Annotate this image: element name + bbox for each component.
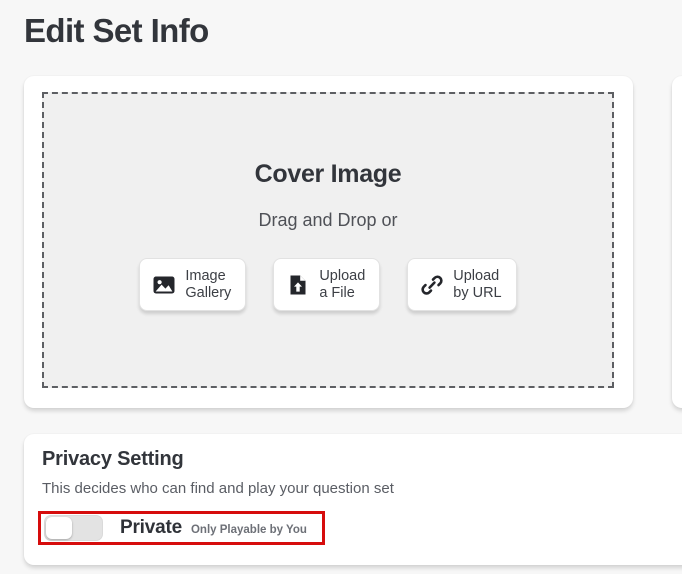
page-title: Edit Set Info [24,12,209,49]
image-gallery-icon [153,276,175,293]
secondary-panel [672,76,682,408]
upload-file-button-label: Upload a File [319,267,366,301]
upload-file-button[interactable]: Upload a File [273,258,381,311]
privacy-setting-card: Privacy Setting This decides who can fin… [24,434,682,565]
privacy-setting-title: Privacy Setting [42,448,184,470]
privacy-toggle-switch[interactable] [44,515,103,541]
cover-image-dropzone[interactable]: Cover Image Drag and Drop or Image Galle… [42,92,614,388]
cover-image-card: Cover Image Drag and Drop or Image Galle… [24,76,633,408]
file-upload-icon [290,275,306,294]
privacy-setting-description: This decides who can find and play your … [42,480,394,497]
cover-image-heading: Cover Image [254,160,402,188]
privacy-toggle-knob [46,517,72,539]
privacy-toggle-label: Private [120,517,182,538]
image-gallery-button[interactable]: Image Gallery [139,258,247,311]
upload-url-button-label: Upload by URL [453,267,502,301]
image-gallery-button-label: Image Gallery [185,267,232,301]
cover-image-actions: Image Gallery Upload a File Upload by UR… [44,258,612,311]
link-chain-icon [421,274,443,295]
privacy-toggle-row[interactable]: Private Only Playable by You [44,514,307,542]
privacy-toggle-hint: Only Playable by You [190,524,307,536]
upload-url-button[interactable]: Upload by URL [407,258,517,311]
cover-image-subheading: Drag and Drop or [258,210,398,230]
